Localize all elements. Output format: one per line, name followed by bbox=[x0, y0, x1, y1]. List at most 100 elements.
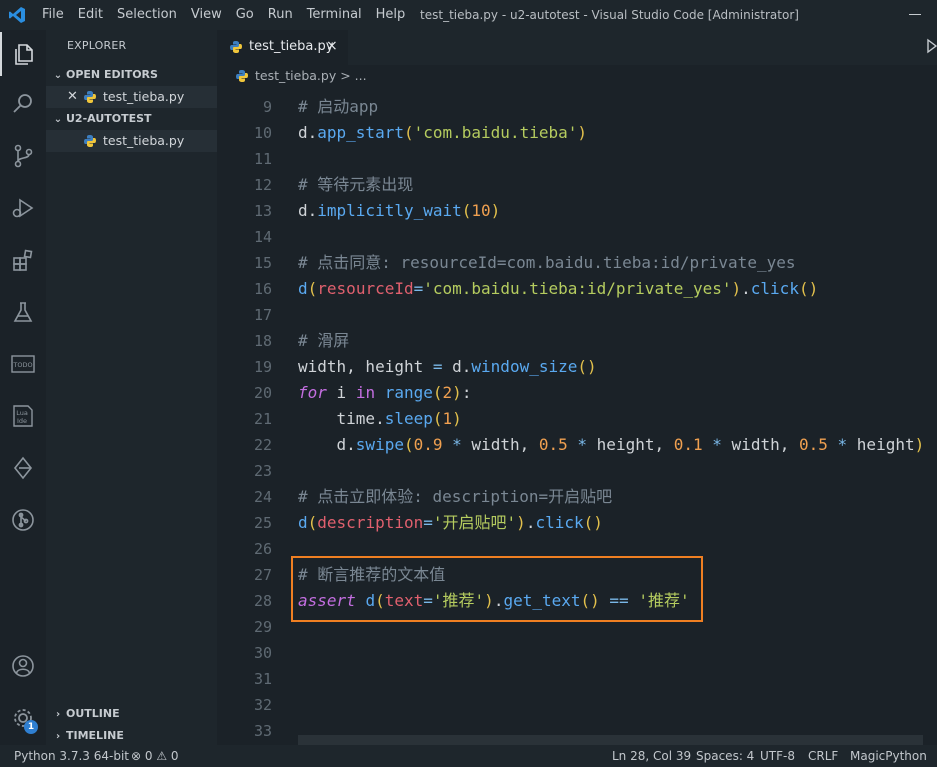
python-interpreter[interactable]: Python 3.7.3 64-bit bbox=[14, 749, 129, 763]
activity-explorer[interactable] bbox=[0, 32, 46, 76]
code-token: * bbox=[702, 435, 732, 454]
tab-close-icon[interactable]: × bbox=[326, 38, 338, 54]
menu-selection[interactable]: Selection bbox=[117, 0, 177, 30]
breadcrumb-path[interactable]: test_tieba.py > ... bbox=[255, 68, 367, 83]
menu-go[interactable]: Go bbox=[236, 0, 254, 30]
code-token: * bbox=[567, 435, 597, 454]
code-token: # 启动app bbox=[298, 97, 379, 116]
menu-help[interactable]: Help bbox=[376, 0, 406, 30]
python-file-icon bbox=[236, 70, 248, 82]
activity-git-graph[interactable] bbox=[0, 498, 46, 542]
line-number: 23 bbox=[253, 462, 272, 480]
code-line[interactable]: 32 bbox=[217, 692, 937, 718]
line-endings[interactable]: CRLF bbox=[808, 749, 838, 763]
code-token: swipe bbox=[355, 435, 404, 454]
line-number: 18 bbox=[253, 332, 272, 350]
code-token: ( bbox=[432, 409, 443, 428]
code-line[interactable]: 20 for i in range(2): bbox=[217, 380, 937, 406]
code-line[interactable]: 15 # 点击同意: resourceId=com.baidu.tieba:id/… bbox=[217, 250, 937, 276]
menu-run[interactable]: Run bbox=[268, 0, 293, 30]
code-token: range bbox=[384, 383, 433, 402]
code-token: . bbox=[741, 279, 751, 298]
activity-todo[interactable]: TODO bbox=[0, 342, 46, 386]
code-line[interactable]: 11 bbox=[217, 146, 937, 172]
close-icon[interactable]: ✕ bbox=[67, 86, 78, 108]
code-line[interactable]: 30 bbox=[217, 640, 937, 666]
code-text: # 滑屏 bbox=[298, 328, 349, 354]
code-token: 'com.baidu.tieba' bbox=[413, 123, 578, 142]
open-editor-item[interactable]: ✕ test_tieba.py bbox=[46, 86, 217, 108]
menu-file[interactable]: File bbox=[42, 0, 64, 30]
activity-search[interactable] bbox=[0, 82, 46, 126]
line-number: 33 bbox=[253, 722, 272, 740]
code-line[interactable]: 13 d.implicitly_wait(10) bbox=[217, 198, 937, 224]
line-number: 29 bbox=[253, 618, 272, 636]
activity-remote[interactable] bbox=[0, 446, 46, 490]
activity-accounts[interactable] bbox=[0, 644, 46, 688]
horizontal-scrollbar[interactable] bbox=[298, 735, 923, 745]
code-text: d.app_start('com.baidu.tieba') bbox=[298, 120, 587, 146]
code-token: width, bbox=[731, 435, 799, 454]
code-token: i bbox=[326, 383, 356, 402]
activity-run-debug[interactable] bbox=[0, 186, 46, 230]
code-line[interactable]: 17 bbox=[217, 302, 937, 328]
activity-extensions[interactable] bbox=[0, 238, 46, 282]
code-token: 0.9 bbox=[413, 435, 443, 454]
code-line[interactable]: 9 # 启动app bbox=[217, 94, 937, 120]
code-token: width, bbox=[471, 435, 539, 454]
code-text: time.sleep(1) bbox=[298, 406, 462, 432]
code-token: 0.5 bbox=[798, 435, 828, 454]
code-token: time. bbox=[298, 409, 385, 428]
code-line[interactable]: 22 d.swipe(0.9 * width, 0.5 * height, 0.… bbox=[217, 432, 937, 458]
menu-edit[interactable]: Edit bbox=[78, 0, 103, 30]
chevron-down-icon: ⌄ bbox=[53, 70, 63, 81]
open-editors-header[interactable]: ⌄ OPEN EDITORS bbox=[46, 64, 217, 86]
line-number: 14 bbox=[253, 228, 272, 246]
code-token: in bbox=[355, 383, 376, 402]
code-line[interactable]: 21 time.sleep(1) bbox=[217, 406, 937, 432]
project-filename: test_tieba.py bbox=[103, 133, 185, 148]
indentation[interactable]: Spaces: 4 bbox=[696, 749, 754, 763]
code-token: ) bbox=[516, 513, 526, 532]
code-line[interactable]: 25 d(description='开启贴吧').click() bbox=[217, 510, 937, 536]
timeline-label: TIMELINE bbox=[66, 729, 124, 742]
language-mode[interactable]: MagicPython bbox=[850, 749, 927, 763]
activity-source-control[interactable] bbox=[0, 134, 46, 178]
code-line[interactable]: 10 d.app_start('com.baidu.tieba') bbox=[217, 120, 937, 146]
files-icon bbox=[15, 44, 33, 65]
code-line[interactable]: 14 bbox=[217, 224, 937, 250]
code-token: = bbox=[432, 357, 443, 376]
project-file-item[interactable]: test_tieba.py bbox=[46, 130, 217, 152]
code-line[interactable]: 16 d(resourceId='com.baidu.tieba:id/priva… bbox=[217, 276, 937, 302]
code-token: ( bbox=[461, 201, 472, 220]
code-line[interactable]: 24 # 点击立即体验: description=开启贴吧 bbox=[217, 484, 937, 510]
code-token: ( bbox=[403, 123, 414, 142]
source-control-icon bbox=[14, 144, 33, 168]
code-text: for i in range(2): bbox=[298, 380, 471, 406]
code-token: sleep bbox=[384, 409, 433, 428]
outline-header[interactable]: › OUTLINE bbox=[46, 703, 217, 725]
activity-testing[interactable] bbox=[0, 290, 46, 334]
run-file-icon[interactable] bbox=[927, 38, 937, 54]
activity-lua-ide[interactable]: Lua Ide bbox=[0, 394, 46, 438]
code-line[interactable]: 19 width, height = d.window_size() bbox=[217, 354, 937, 380]
problems-indicator[interactable]: ⊗ 0 ⚠ 0 bbox=[131, 749, 179, 763]
code-text: width, height = d.window_size() bbox=[298, 354, 597, 380]
code-line[interactable]: 31 bbox=[217, 666, 937, 692]
file-encoding[interactable]: UTF-8 bbox=[760, 749, 795, 763]
menu-view[interactable]: View bbox=[191, 0, 222, 30]
chevron-right-icon: › bbox=[55, 709, 61, 720]
cursor-position[interactable]: Ln 28, Col 39 bbox=[612, 749, 691, 763]
code-line[interactable]: 18 # 滑屏 bbox=[217, 328, 937, 354]
code-line[interactable]: 23 bbox=[217, 458, 937, 484]
code-line[interactable]: 12 # 等待元素出现 bbox=[217, 172, 937, 198]
code-token: implicitly_wait bbox=[317, 201, 462, 220]
code-editor[interactable]: 33 32 31 30 29 28 assert d(text='推荐').get_text… bbox=[217, 87, 937, 745]
project-header[interactable]: ⌄ U2-AUTOTEST bbox=[46, 108, 217, 130]
tab-test-tieba[interactable]: test_tieba.py × bbox=[217, 30, 348, 65]
line-number: 17 bbox=[253, 306, 272, 324]
minimize-button[interactable] bbox=[909, 14, 921, 15]
timeline-header[interactable]: › TIMELINE bbox=[46, 725, 217, 747]
activity-manage[interactable]: 1 bbox=[0, 696, 46, 740]
menu-terminal[interactable]: Terminal bbox=[307, 0, 362, 30]
